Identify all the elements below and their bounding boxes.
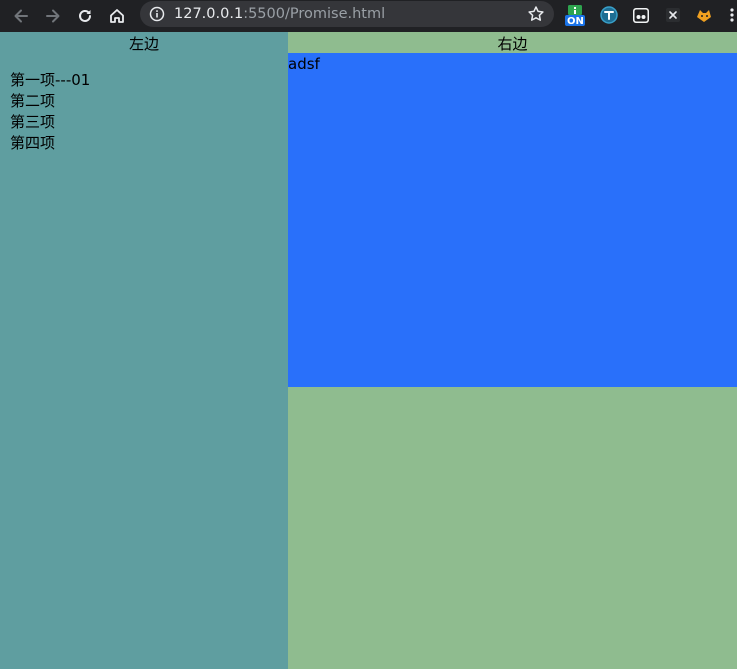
right-panel-title: 右边 — [497, 35, 528, 53]
list-item: 第一项---01 — [10, 71, 91, 89]
menu-extension-icon[interactable] — [721, 4, 737, 26]
bookmark-star-icon[interactable] — [527, 5, 545, 23]
back-button[interactable] — [8, 3, 34, 29]
address-bar[interactable]: 127.0.0.1:5500/Promise.html — [140, 1, 554, 27]
reload-button[interactable] — [72, 3, 98, 29]
translate-extension-icon[interactable] — [598, 4, 620, 26]
left-panel-title: 左边 — [128, 35, 159, 53]
left-item-list: 第一项---01 第二项 第三项 第四项 — [10, 70, 90, 154]
url-path: :5500/Promise.html — [243, 6, 386, 22]
on-badge-label: ON — [567, 16, 584, 27]
content-text: adsf — [288, 55, 320, 73]
url-host: 127.0.0.1 — [174, 6, 244, 22]
content-box: adsf — [288, 53, 737, 387]
fox-extension-icon[interactable] — [693, 4, 715, 26]
list-item: 第三项 — [10, 113, 56, 131]
forward-arrow-icon — [46, 9, 60, 23]
browser-toolbar: 127.0.0.1:5500/Promise.html ON — [0, 0, 737, 32]
on-badge-extension-icon[interactable]: ON — [564, 4, 586, 27]
forward-button[interactable] — [40, 3, 66, 29]
home-icon — [110, 9, 124, 23]
page-viewport: 左边 第一项---01 第二项 第三项 第四项 右边 adsf — [0, 32, 737, 669]
reload-icon — [79, 9, 91, 22]
right-panel: 右边 adsf — [288, 32, 737, 669]
face-extension-icon[interactable] — [630, 4, 652, 26]
back-arrow-icon — [14, 9, 28, 23]
url-text[interactable]: 127.0.0.1:5500/Promise.html — [174, 4, 385, 24]
left-panel: 左边 第一项---01 第二项 第三项 第四项 — [0, 32, 288, 669]
info-icon[interactable] — [149, 6, 165, 22]
list-item: 第四项 — [10, 134, 56, 152]
list-item: 第二项 — [10, 92, 56, 110]
x-extension-icon[interactable] — [662, 4, 684, 26]
home-button[interactable] — [104, 3, 130, 29]
